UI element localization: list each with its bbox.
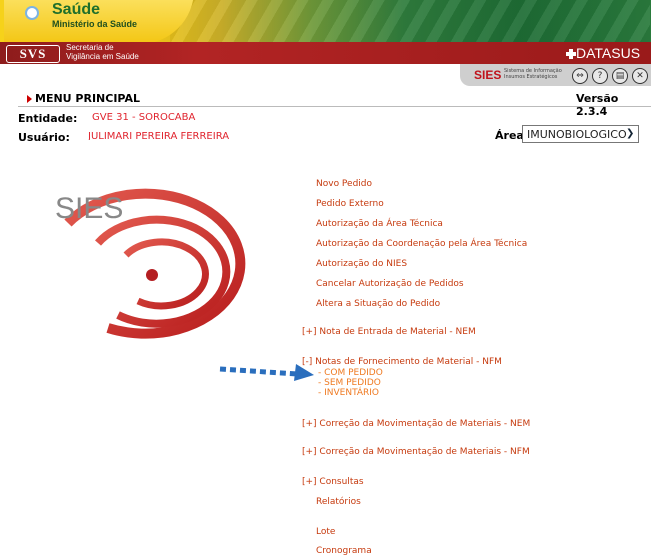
version-label: Versão 2.3.4 (576, 92, 619, 118)
datasus-cross-icon (566, 49, 576, 59)
pointer-arrow-icon (219, 364, 314, 381)
link-lote[interactable]: Lote (316, 527, 335, 537)
usuario-label: Usuário: (18, 131, 70, 141)
link-correcao-nfm[interactable]: [+] Correção da Movimentação de Materiai… (302, 447, 530, 457)
link-nfm[interactable]: [-] Notas de Fornecimento de Material - … (302, 357, 502, 367)
link-novo-pedido[interactable]: Novo Pedido (316, 179, 372, 189)
link-autorizacao-nies[interactable]: Autorização do NIES (316, 259, 407, 269)
menu-principal[interactable]: MENU PRINCIPAL (35, 92, 140, 105)
sies-small-logo: SIES (474, 68, 502, 82)
star-icon (27, 8, 37, 18)
back-icon[interactable]: ⇔ (572, 68, 588, 84)
chevron-down-icon[interactable]: ❯ (626, 128, 634, 139)
link-altera-situacao[interactable]: Altera a Situação do Pedido (316, 299, 440, 309)
svs-logo: SVS (6, 45, 60, 63)
link-relatorios[interactable]: Relatórios (316, 497, 361, 507)
link-inventario[interactable]: - INVENTÁRIO (318, 388, 379, 398)
svs-line1: Secretaria de (66, 43, 114, 52)
link-sem-pedido[interactable]: - SEM PEDIDO (318, 378, 381, 388)
divider (18, 106, 651, 107)
sies-logo-text: SIES (55, 192, 124, 225)
datasus-logo: DATASUS (576, 45, 641, 61)
area-select[interactable]: IMUNOBIOLOGICO (522, 125, 639, 143)
link-cancelar-autorizacao[interactable]: Cancelar Autorização de Pedidos (316, 279, 464, 289)
entidade-label: Entidade: (18, 112, 78, 125)
link-com-pedido[interactable]: - COM PEDIDO (318, 368, 383, 378)
link-autorizacao-coordenacao[interactable]: Autorização da Coordenação pela Área Téc… (316, 239, 527, 249)
link-nem[interactable]: [+] Nota de Entrada de Material - NEM (302, 327, 476, 337)
link-consultas[interactable]: [+] Consultas (302, 477, 364, 487)
link-correcao-nem[interactable]: [+] Correção da Movimentação de Materiai… (302, 419, 530, 429)
menu-arrow-icon (27, 95, 32, 103)
link-cronograma[interactable]: Cronograma (316, 546, 372, 556)
link-autorizacao-area-tecnica[interactable]: Autorização da Área Técnica (316, 219, 443, 229)
entidade-value: GVE 31 - SOROCABA (92, 112, 196, 123)
usuario-value: JULIMARI PEREIRA FERREIRA (88, 131, 230, 140)
print-icon[interactable]: ▤ (612, 68, 628, 84)
link-pedido-externo[interactable]: Pedido Externo (316, 199, 384, 209)
close-icon[interactable]: ✕ (632, 68, 648, 84)
saude-subtitle: Ministério da Saúde (52, 19, 138, 29)
help-icon[interactable]: ? (592, 68, 608, 84)
svs-line2: Vigilância em Saúde (66, 52, 139, 61)
saude-title: Saúde (52, 1, 101, 18)
sies-small-sub2: Insumos Estratégicos (504, 74, 558, 80)
